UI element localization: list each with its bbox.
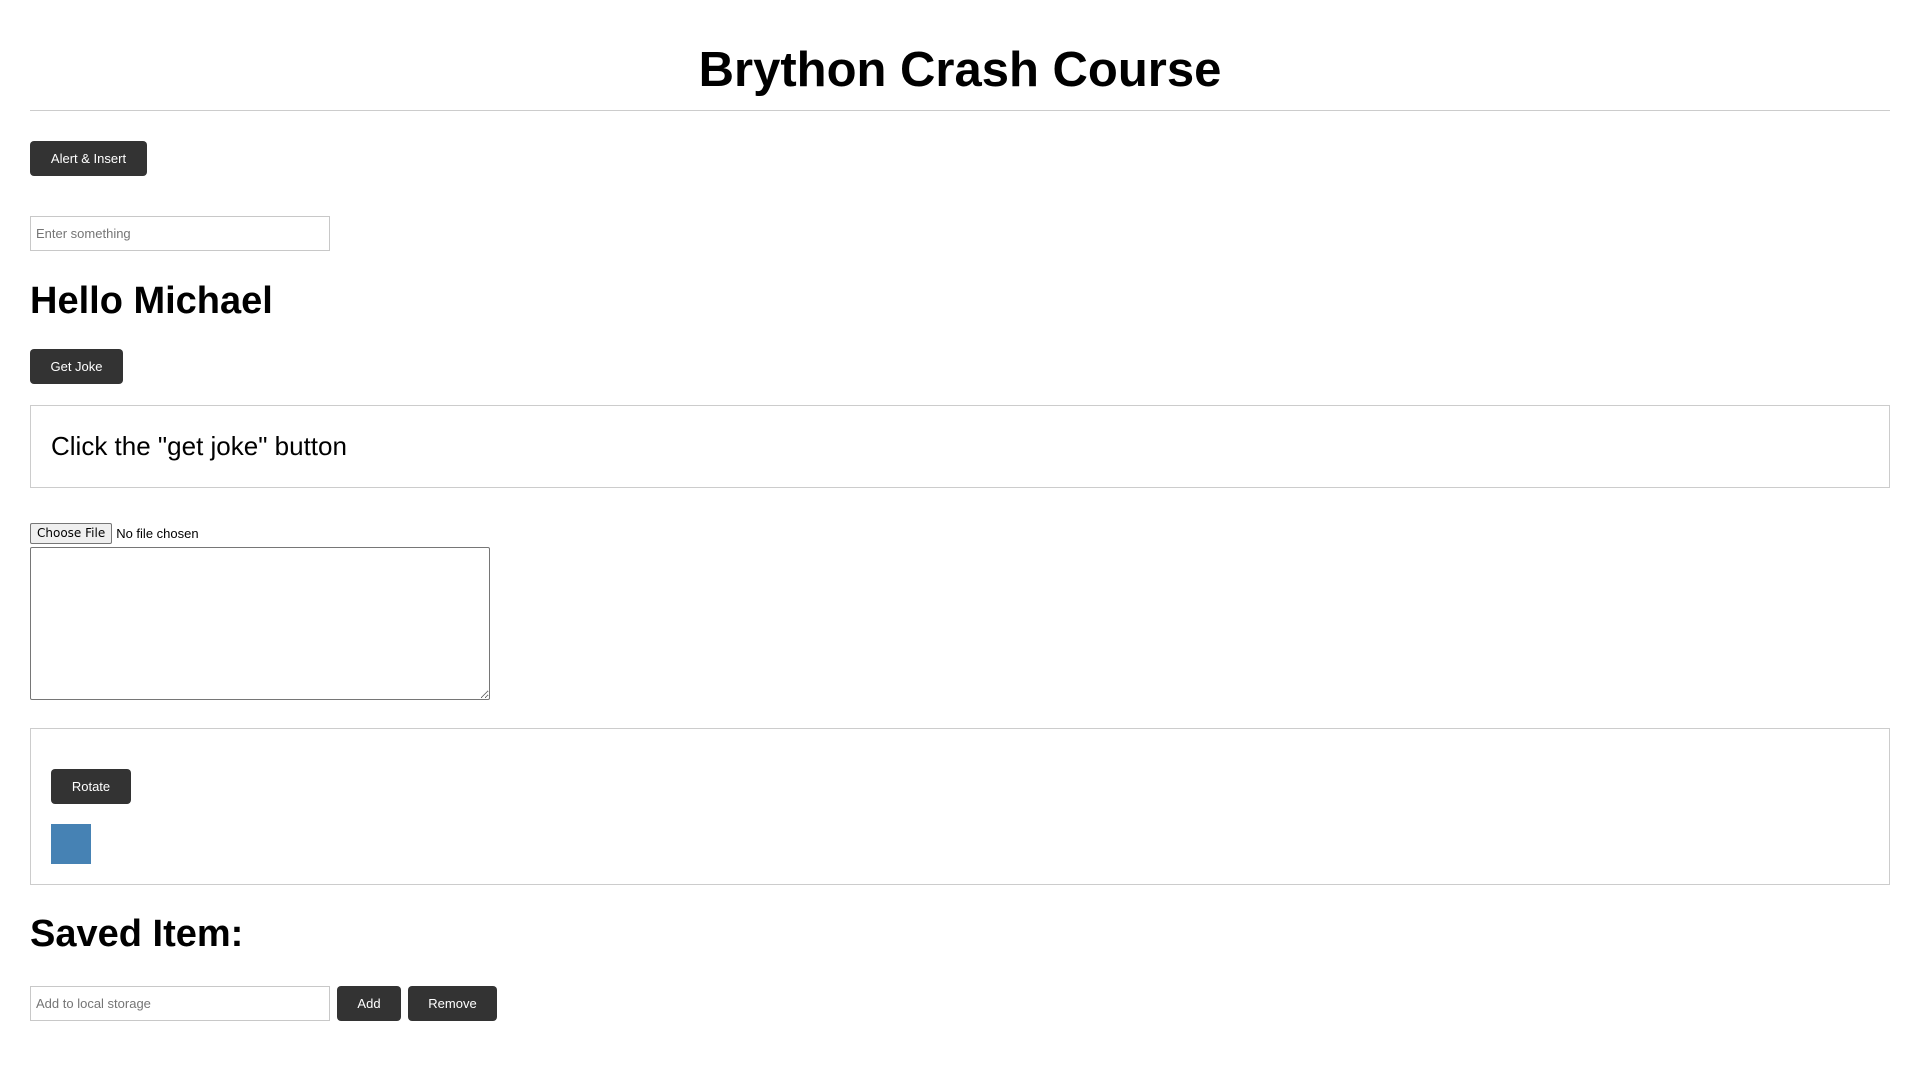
joke-button-section: Get Joke xyxy=(30,349,1890,384)
file-input[interactable]: Choose File No file chosen xyxy=(30,522,1890,544)
title-divider xyxy=(30,110,1890,111)
joke-text: Click the "get joke" button xyxy=(51,431,347,461)
saved-item-heading: Saved Item: xyxy=(30,913,244,955)
add-button[interactable]: Add xyxy=(337,986,401,1021)
alert-insert-button[interactable]: Alert & Insert xyxy=(30,141,147,176)
rotate-button[interactable]: Rotate xyxy=(51,769,131,804)
name-input[interactable] xyxy=(30,216,330,251)
name-input-section xyxy=(30,216,1890,251)
file-content-textarea[interactable] xyxy=(30,547,490,700)
storage-input[interactable] xyxy=(30,986,330,1021)
storage-controls: Add Remove xyxy=(30,986,1890,1021)
remove-button[interactable]: Remove xyxy=(408,986,497,1021)
rotate-box: Rotate xyxy=(30,728,1890,885)
page-container: Brython Crash Course Alert & Insert Hell… xyxy=(30,0,1890,1021)
rotating-square xyxy=(51,824,91,864)
file-section: Choose File No file chosen xyxy=(30,522,1890,700)
page-title: Brython Crash Course xyxy=(698,43,1222,97)
alert-section: Alert & Insert xyxy=(30,141,1890,176)
choose-file-button[interactable]: Choose File xyxy=(30,522,113,544)
greeting-heading: Hello Michael xyxy=(30,280,273,322)
file-status-text: No file chosen xyxy=(116,525,199,541)
get-joke-button[interactable]: Get Joke xyxy=(30,349,123,384)
joke-display-box: Click the "get joke" button xyxy=(30,405,1890,488)
